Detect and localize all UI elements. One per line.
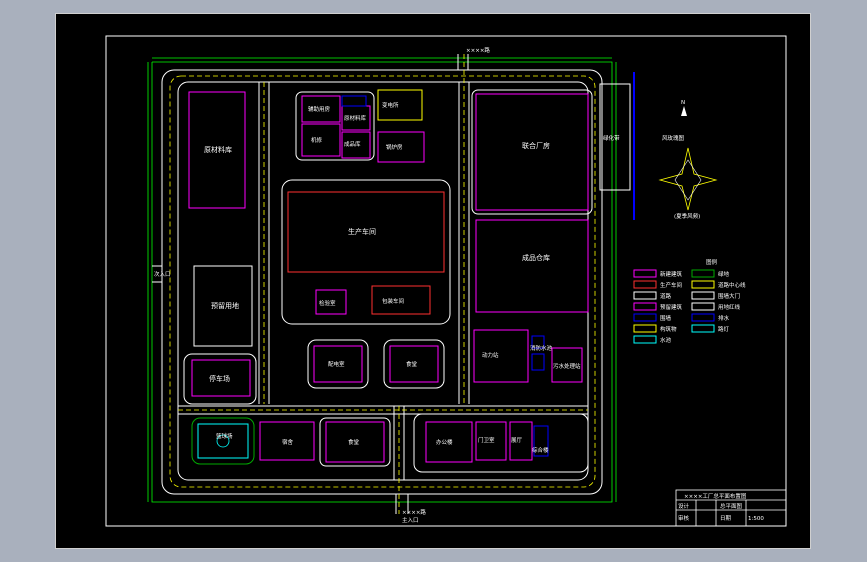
legend-right-swatch-4 — [691, 313, 715, 322]
basketball-court — [197, 423, 249, 459]
drawing-sheet: ××××路 ××××路 主入口 次入口 原材料库 预留用地 停车场 辅助用房 原… — [55, 13, 811, 549]
legend-left-label-1: 生产车间 — [660, 281, 682, 289]
south-gate-label: 主入口 — [402, 516, 419, 524]
legend-right-label-0: 绿地 — [718, 270, 730, 278]
title-project: ××××工厂总平面布置图 — [684, 492, 747, 500]
legend: 图例 新建建筑生产车间道路预留建筑围墙构筑物水池 绿地道路中心线围墙大门用地红线… — [633, 258, 746, 344]
right-top-zone — [471, 89, 593, 215]
office-small-1-label: 食堂 — [406, 360, 418, 368]
legend-right-swatch-3 — [691, 302, 715, 311]
pool-right — [531, 353, 545, 371]
left-mid-label: 预留用地 — [211, 301, 239, 310]
greenbelt-label: 绿化带 — [603, 134, 620, 142]
legend-left-swatch-5 — [633, 324, 657, 333]
south-road-label: ××××路 — [402, 508, 426, 516]
compass-caption: (夏季风频) — [674, 212, 700, 220]
top-center-1-label: 变电所 — [382, 101, 399, 109]
plant-room-label: 配电室 — [328, 360, 345, 368]
road-centerlines — [169, 54, 596, 514]
legend-right-label-4: 排水 — [718, 314, 730, 322]
legend-right-label-2: 围墙大门 — [718, 292, 740, 300]
production-label: 生产车间 — [348, 227, 376, 236]
top-small-4-label: 成品库 — [344, 140, 361, 148]
title-date: 日期 — [720, 515, 732, 522]
legend-right-label-5: 路灯 — [718, 325, 730, 333]
legend-right-swatch-0 — [691, 269, 715, 278]
bottom-4-label: 门卫室 — [478, 436, 495, 444]
right-top-label: 联合厂房 — [522, 141, 550, 150]
title-scale: 1:500 — [748, 516, 764, 522]
right-bottom-2-label: 消防水池 — [530, 344, 553, 352]
right-bottom-3-label: 污水处理站 — [553, 362, 581, 370]
top-center-2-label: 锅炉房 — [386, 143, 403, 151]
top-small-3-label: 机修 — [311, 136, 323, 144]
court-label: 篮球场 — [216, 432, 233, 440]
title-checker: 审核 — [678, 514, 690, 522]
north-arrow-icon — [681, 106, 687, 116]
legend-left-label-3: 预留建筑 — [660, 303, 683, 311]
legend-title: 图例 — [706, 258, 718, 266]
legend-left-swatch-3 — [633, 302, 657, 311]
building-right-mid — [475, 219, 589, 313]
inspection-label: 检验室 — [319, 299, 336, 307]
product-store-label: 包装车间 — [382, 297, 404, 305]
compass-north: N — [681, 100, 685, 106]
legend-left-label-5: 构筑物 — [660, 325, 677, 333]
right-bottom-1-label: 动力站 — [482, 351, 499, 359]
legend-left-swatch-1 — [633, 280, 657, 289]
legend-left-swatch-4 — [633, 313, 657, 322]
water-tank-top — [341, 95, 367, 107]
west-gate-label: 次入口 — [154, 270, 171, 278]
top-small-2-label: 原材料库 — [344, 114, 367, 122]
warehouse-left-label: 原材料库 — [204, 145, 232, 154]
left-lower-label: 停车场 — [209, 374, 230, 383]
title-designer: 设计 — [678, 502, 690, 510]
legend-left-label-2: 道路 — [660, 292, 672, 300]
compass-title: 风玫瑰图 — [662, 134, 685, 142]
legend-right-label-1: 道路中心线 — [718, 281, 746, 289]
legend-right-label-3: 用地红线 — [718, 303, 741, 311]
legend-right-swatch-5 — [691, 324, 715, 333]
legend-left-swatch-2 — [633, 291, 657, 300]
compass-group: N 风玫瑰图 (夏季风频) — [658, 100, 718, 220]
legend-left-swatch-6 — [633, 335, 657, 344]
title-drawing: 总平面图 — [720, 502, 743, 510]
court-zone — [191, 417, 255, 465]
bottom-3-label: 办公楼 — [436, 438, 453, 446]
legend-left-label-0: 新建建筑 — [660, 270, 683, 278]
right-mid-label: 成品仓库 — [522, 253, 550, 262]
top-cluster-outline — [295, 91, 375, 161]
bottom-1-label: 宿舍 — [282, 438, 294, 446]
north-road-label: ××××路 — [466, 46, 490, 54]
bottom-5-label: 展厅 — [511, 437, 523, 444]
building-right-top — [475, 93, 589, 211]
wind-rose-icon — [658, 147, 718, 211]
top-small-1-label: 辅助用房 — [308, 105, 331, 113]
legend-right-swatch-2 — [691, 291, 715, 300]
legend-left-label-6: 水池 — [660, 336, 672, 344]
legend-right-swatch-1 — [691, 280, 715, 289]
legend-left-swatch-0 — [633, 269, 657, 278]
site-plan: ××××路 ××××路 主入口 次入口 原材料库 预留用地 停车场 辅助用房 原… — [105, 35, 787, 527]
bottom-2-label: 食堂 — [348, 438, 360, 446]
production-zone — [281, 179, 451, 325]
legend-left-label-4: 围墙 — [660, 314, 672, 322]
bottom-6-label: 综合楼 — [532, 446, 549, 454]
